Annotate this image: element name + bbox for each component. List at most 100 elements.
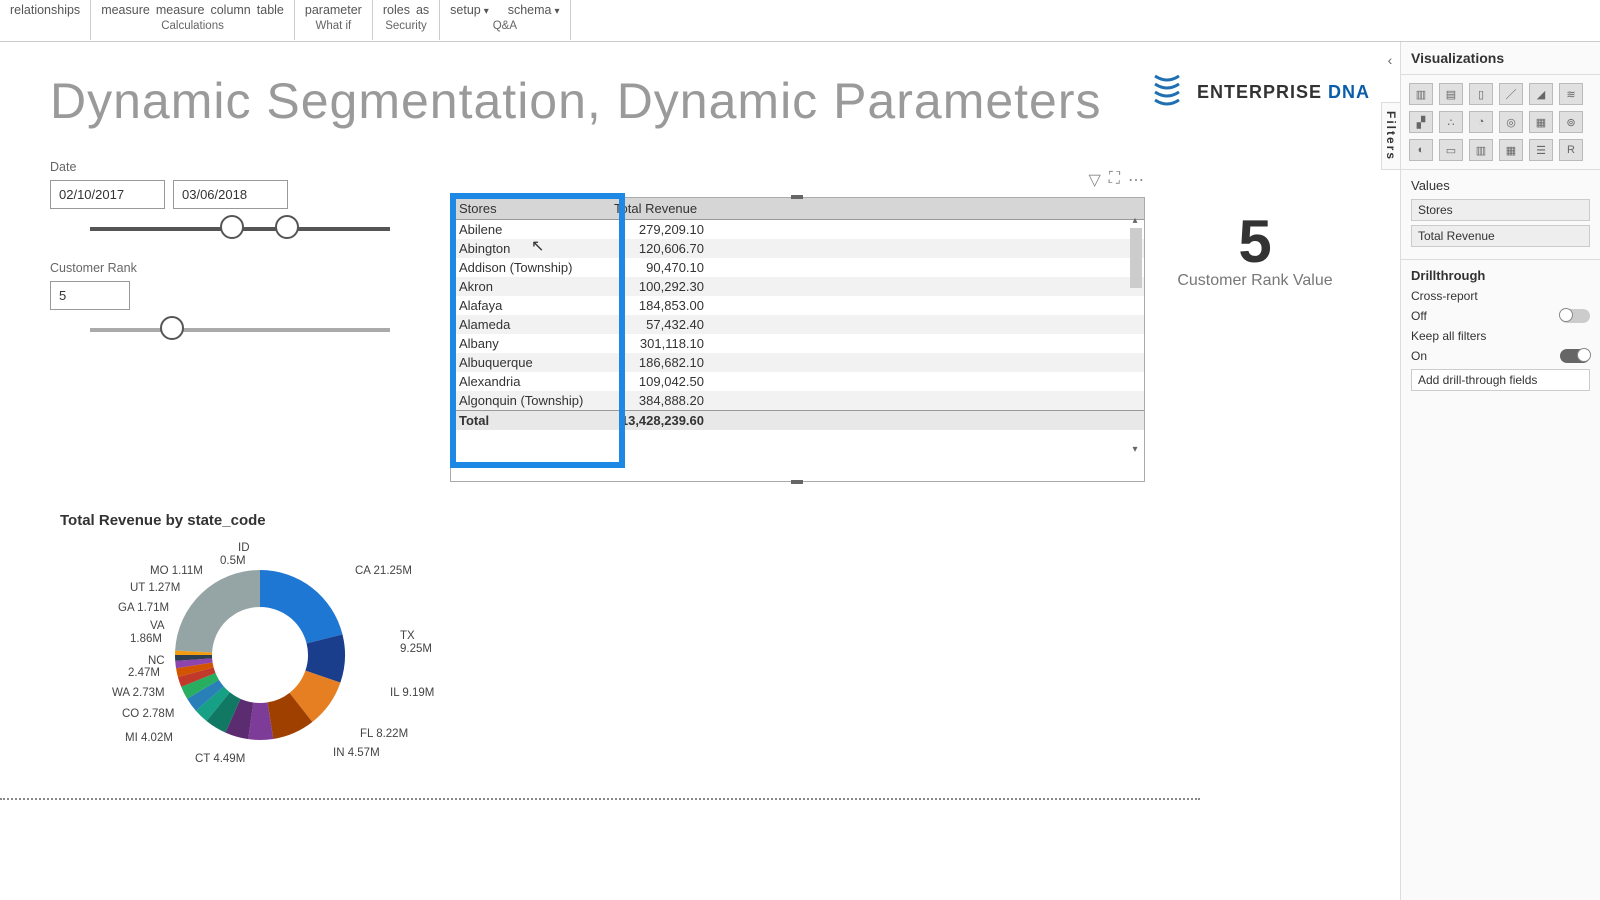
table-visual[interactable]: ▽ ⛶ ⋯ ↖ Stores Total Revenue Abilene279,… xyxy=(450,197,1145,482)
viz-treemap-icon[interactable]: ▦ xyxy=(1529,111,1553,133)
donut-chart[interactable]: Total Revenue by state_code CA 21.25MTX9… xyxy=(60,512,490,795)
ribbon-btn[interactable]: setup xyxy=(450,3,489,17)
viz-gauge-icon[interactable]: ◐ xyxy=(1409,139,1433,161)
field-stores[interactable]: Stores xyxy=(1411,199,1590,221)
viz-map-icon[interactable]: ⊚ xyxy=(1559,111,1583,133)
donut-label: UT 1.27M xyxy=(130,582,180,594)
resize-handle[interactable] xyxy=(791,195,803,199)
rank-input[interactable]: 5 xyxy=(50,281,130,310)
ribbon-btn[interactable]: relationships xyxy=(10,3,80,17)
viz-table-icon[interactable]: ▥ xyxy=(1469,139,1493,161)
collapse-pane-icon[interactable]: ‹ xyxy=(1381,52,1399,68)
table-row[interactable]: Alameda57,432.40 xyxy=(451,315,1144,334)
donut-label: 0.5M xyxy=(220,555,246,567)
ribbon-btn[interactable]: measure xyxy=(101,3,150,17)
ribbon-btn[interactable]: table xyxy=(257,3,284,17)
slider-handle-to[interactable] xyxy=(275,215,299,239)
viz-donut-icon[interactable]: ◎ xyxy=(1499,111,1523,133)
viz-clustered-bar-icon[interactable]: ▤ xyxy=(1439,83,1463,105)
cell-revenue: 279,209.10 xyxy=(606,220,1144,240)
date-slider[interactable] xyxy=(90,227,390,231)
viz-waterfall-icon[interactable]: ▞ xyxy=(1409,111,1433,133)
scroll-up-icon[interactable]: ▴ xyxy=(1128,214,1142,228)
date-slicer[interactable]: Date 02/10/2017 03/06/2018 xyxy=(50,160,430,231)
col-header-stores[interactable]: Stores xyxy=(451,198,606,220)
cell-revenue: 186,682.10 xyxy=(606,353,1144,372)
cell-store: Akron xyxy=(451,277,606,296)
cell-store: Abington xyxy=(451,239,606,258)
keep-filters-toggle[interactable] xyxy=(1560,349,1590,363)
viz-matrix-icon[interactable]: ▦ xyxy=(1499,139,1523,161)
donut-slice[interactable] xyxy=(260,570,342,643)
table-row[interactable]: Alexandria109,042.50 xyxy=(451,372,1144,391)
donut-label: TX xyxy=(400,630,415,642)
ribbon-btn[interactable]: as xyxy=(416,3,429,17)
donut-label: CT 4.49M xyxy=(195,753,245,765)
cross-report-toggle[interactable] xyxy=(1560,309,1590,323)
add-drill-fields[interactable]: Add drill-through fields xyxy=(1411,369,1590,391)
ribbon-btn[interactable]: schema xyxy=(508,3,560,17)
filters-tab[interactable]: Filters xyxy=(1381,102,1401,170)
resize-handle[interactable] xyxy=(791,480,803,484)
date-to-input[interactable]: 03/06/2018 xyxy=(173,180,288,209)
cursor-icon: ↖ xyxy=(531,236,544,256)
field-total-revenue[interactable]: Total Revenue xyxy=(1411,225,1590,247)
donut-label: IL 9.19M xyxy=(390,687,434,699)
viz-area-icon[interactable]: ◢ xyxy=(1529,83,1553,105)
data-table[interactable]: Stores Total Revenue Abilene279,209.10Ab… xyxy=(451,198,1144,430)
values-header: Values xyxy=(1411,178,1590,193)
card-visual[interactable]: 5 Customer Rank Value xyxy=(1165,207,1345,290)
viz-r-icon[interactable]: R xyxy=(1559,139,1583,161)
cell-revenue: 109,042.50 xyxy=(606,372,1144,391)
rank-slider[interactable] xyxy=(90,328,390,332)
viz-ribbon-icon[interactable]: ≋ xyxy=(1559,83,1583,105)
slider-handle-rank[interactable] xyxy=(160,316,184,340)
on-label: On xyxy=(1411,349,1427,363)
cell-store: Alexandria xyxy=(451,372,606,391)
scrollbar[interactable] xyxy=(1130,228,1142,288)
cell-revenue: 120,606.70 xyxy=(606,239,1144,258)
table-row[interactable]: Abington120,606.70 xyxy=(451,239,1144,258)
rank-slicer[interactable]: Customer Rank 5 xyxy=(50,261,430,332)
viz-line-icon[interactable]: ／ xyxy=(1499,83,1523,105)
viz-card-icon[interactable]: ▭ xyxy=(1439,139,1463,161)
focus-mode-icon[interactable]: ⛶ xyxy=(1109,170,1120,190)
table-row[interactable]: Algonquin (Township)384,888.20 xyxy=(451,391,1144,411)
cell-revenue: 57,432.40 xyxy=(606,315,1144,334)
cell-store: Addison (Township) xyxy=(451,258,606,277)
donut-label: 1.86M xyxy=(130,633,162,645)
cell-store: Albuquerque xyxy=(451,353,606,372)
ribbon-group-label: Calculations xyxy=(161,20,224,32)
table-row[interactable]: Albany301,118.10 xyxy=(451,334,1144,353)
ribbon-btn[interactable]: parameter xyxy=(305,3,362,17)
viz-column-icon[interactable]: ▯ xyxy=(1469,83,1493,105)
col-header-revenue[interactable]: Total Revenue xyxy=(606,198,1144,220)
donut-label: CA 21.25M xyxy=(355,565,412,577)
more-options-icon[interactable]: ⋯ xyxy=(1128,170,1144,190)
page-tabs-divider xyxy=(0,798,1200,800)
ribbon-btn[interactable]: roles xyxy=(383,3,410,17)
table-row[interactable]: Akron100,292.30 xyxy=(451,277,1144,296)
visualizations-pane[interactable]: ‹ Filters Visualizations ▥ ▤ ▯ ／ ◢ ≋ ▞ ∴… xyxy=(1400,42,1600,900)
table-row[interactable]: Abilene279,209.10 xyxy=(451,220,1144,240)
table-row[interactable]: Albuquerque186,682.10 xyxy=(451,353,1144,372)
scroll-down-icon[interactable]: ▾ xyxy=(1128,443,1142,457)
chart-title: Total Revenue by state_code xyxy=(60,512,490,529)
donut-label: NC xyxy=(148,655,165,667)
cell-store: Albany xyxy=(451,334,606,353)
table-row[interactable]: Alafaya184,853.00 xyxy=(451,296,1144,315)
viz-stacked-bar-icon[interactable]: ▥ xyxy=(1409,83,1433,105)
ribbon-btn[interactable]: column xyxy=(210,3,250,17)
viz-pie-icon[interactable]: ◔ xyxy=(1469,111,1493,133)
viz-slicer-icon[interactable]: ☰ xyxy=(1529,139,1553,161)
filter-icon[interactable]: ▽ xyxy=(1088,170,1100,190)
donut-slice[interactable] xyxy=(175,570,260,652)
donut-label: MO 1.11M xyxy=(150,565,203,577)
viz-picker[interactable]: ▥ ▤ ▯ ／ ◢ ≋ ▞ ∴ ◔ ◎ ▦ ⊚ ◐ ▭ ▥ ▦ ☰ R xyxy=(1401,75,1600,169)
ribbon-btn[interactable]: measure xyxy=(156,3,205,17)
cell-store: Alameda xyxy=(451,315,606,334)
viz-scatter-icon[interactable]: ∴ xyxy=(1439,111,1463,133)
table-row[interactable]: Addison (Township)90,470.10 xyxy=(451,258,1144,277)
slider-handle-from[interactable] xyxy=(220,215,244,239)
date-from-input[interactable]: 02/10/2017 xyxy=(50,180,165,209)
